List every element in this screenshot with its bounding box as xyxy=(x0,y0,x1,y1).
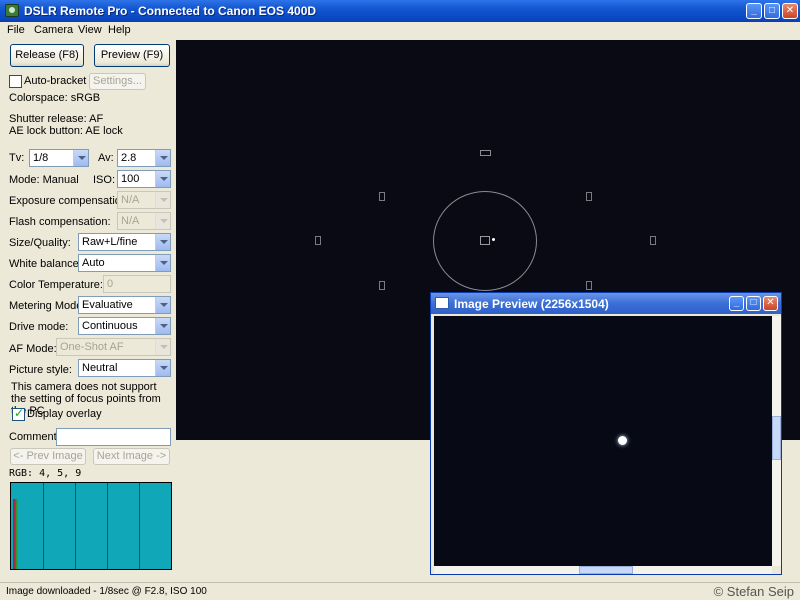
star-point xyxy=(618,436,627,445)
scrollbar-thumb[interactable] xyxy=(772,416,781,460)
mode-text: Mode: Manual xyxy=(9,174,79,186)
chevron-down-icon xyxy=(155,213,170,229)
histogram-gridline xyxy=(75,483,76,569)
app-camera-icon xyxy=(5,4,19,17)
comment-input[interactable] xyxy=(56,428,171,446)
af-point-right xyxy=(650,236,656,245)
chevron-down-icon xyxy=(155,339,170,355)
flash-comp-label: Flash compensation: xyxy=(9,216,111,228)
horizontal-scrollbar[interactable] xyxy=(434,566,772,574)
exposure-comp-label: Exposure compensation: xyxy=(9,195,131,207)
preview-image[interactable] xyxy=(434,316,772,566)
af-point-upper-left xyxy=(379,192,385,201)
prev-image-button[interactable]: <- Prev Image xyxy=(10,448,86,465)
release-button[interactable]: Release (F8) xyxy=(10,44,84,67)
next-image-button[interactable]: Next Image -> xyxy=(93,448,170,465)
tv-label: Tv: xyxy=(9,152,25,164)
display-overlay-checkbox[interactable] xyxy=(12,406,25,421)
control-panel: Release (F8) Preview (F9) Auto-bracket S… xyxy=(0,40,176,582)
af-mode-select[interactable]: One-Shot AF xyxy=(56,338,171,356)
chevron-down-icon xyxy=(73,150,88,166)
menu-file[interactable]: File xyxy=(7,24,25,36)
white-balance-label: White balance: xyxy=(9,258,82,270)
histogram-spike xyxy=(13,499,18,569)
menu-camera[interactable]: Camera xyxy=(34,24,73,36)
preview-button[interactable]: Preview (F9) xyxy=(94,44,170,67)
vertical-scrollbar[interactable] xyxy=(772,316,781,566)
color-temp-label: Color Temperature: xyxy=(9,279,103,291)
close-icon[interactable]: ✕ xyxy=(763,296,778,311)
status-bar: Image downloaded - 1/8sec @ F2.8, ISO 10… xyxy=(0,582,800,600)
picture-style-select[interactable]: Neutral xyxy=(78,359,171,377)
close-icon[interactable]: ✕ xyxy=(782,3,798,19)
comment-label: Comment: xyxy=(9,431,60,443)
rgb-readout: RGB: 4, 5, 9 xyxy=(9,468,82,479)
chevron-down-icon xyxy=(155,171,170,187)
histogram-gridline xyxy=(139,483,140,569)
settings-button[interactable]: Settings... xyxy=(89,73,146,90)
scrollbar-thumb[interactable] xyxy=(579,566,633,574)
ae-lock-text: AE lock button: AE lock xyxy=(9,125,123,137)
iso-select[interactable]: 100 xyxy=(117,170,171,188)
window-icon xyxy=(435,297,449,309)
histogram xyxy=(10,482,172,570)
autobracket-label: Auto-bracket xyxy=(24,75,87,87)
menu-help[interactable]: Help xyxy=(108,24,131,36)
flash-comp-select[interactable]: N/A xyxy=(117,212,171,230)
white-balance-select[interactable]: Auto xyxy=(78,254,171,272)
image-preview-window[interactable]: Image Preview (2256x1504) _ □ ✕ xyxy=(430,292,782,575)
maximize-icon[interactable]: □ xyxy=(746,296,761,311)
chevron-down-icon xyxy=(155,255,170,271)
chevron-down-icon xyxy=(155,192,170,208)
preview-title: Image Preview (2256x1504) xyxy=(454,297,609,311)
title-bar[interactable]: DSLR Remote Pro - Connected to Canon EOS… xyxy=(0,0,800,22)
menu-view[interactable]: View xyxy=(78,24,102,36)
metering-label: Metering Mode: xyxy=(9,300,86,312)
shutter-release-text: Shutter release: AF xyxy=(9,113,104,125)
tv-select[interactable]: 1/8 xyxy=(29,149,89,167)
maximize-icon[interactable]: □ xyxy=(764,3,780,19)
af-point-lower-right xyxy=(586,281,592,290)
autobracket-checkbox[interactable] xyxy=(9,75,22,88)
af-point-left xyxy=(315,236,321,245)
menu-bar: File Camera View Help xyxy=(0,22,800,39)
display-overlay-label: Display overlay xyxy=(27,408,102,420)
status-text: Image downloaded - 1/8sec @ F2.8, ISO 10… xyxy=(6,586,207,597)
af-point-top xyxy=(480,150,491,156)
size-quality-label: Size/Quality: xyxy=(9,237,71,249)
av-select[interactable]: 2.8 xyxy=(117,149,171,167)
drive-mode-label: Drive mode: xyxy=(9,321,69,333)
histogram-gridline xyxy=(107,483,108,569)
color-temp-input[interactable]: 0 xyxy=(103,275,171,293)
chevron-down-icon xyxy=(155,318,170,334)
af-point-lower-left xyxy=(379,281,385,290)
af-point-center xyxy=(480,236,490,245)
chevron-down-icon xyxy=(155,234,170,250)
colorspace-text: Colorspace: sRGB xyxy=(9,92,101,104)
main-window: DSLR Remote Pro - Connected to Canon EOS… xyxy=(0,0,800,600)
star-point xyxy=(492,238,495,241)
minimize-icon[interactable]: _ xyxy=(746,3,762,19)
minimize-icon[interactable]: _ xyxy=(729,296,744,311)
window-title: DSLR Remote Pro - Connected to Canon EOS… xyxy=(24,4,317,18)
chevron-down-icon xyxy=(155,360,170,376)
size-quality-select[interactable]: Raw+L/fine xyxy=(78,233,171,251)
metering-select[interactable]: Evaluative xyxy=(78,296,171,314)
af-point-upper-right xyxy=(586,192,592,201)
drive-mode-select[interactable]: Continuous xyxy=(78,317,171,335)
histogram-gridline xyxy=(43,483,44,569)
iso-label: ISO: xyxy=(93,174,116,186)
copyright-watermark: © Stefan Seip xyxy=(713,584,794,599)
af-mode-label: AF Mode: xyxy=(9,343,57,355)
chevron-down-icon xyxy=(155,150,170,166)
chevron-down-icon xyxy=(155,297,170,313)
picture-style-label: Picture style: xyxy=(9,364,72,376)
av-label: Av: xyxy=(98,152,114,164)
preview-title-bar[interactable]: Image Preview (2256x1504) _ □ ✕ xyxy=(431,293,781,314)
exposure-comp-select[interactable]: N/A xyxy=(117,191,171,209)
